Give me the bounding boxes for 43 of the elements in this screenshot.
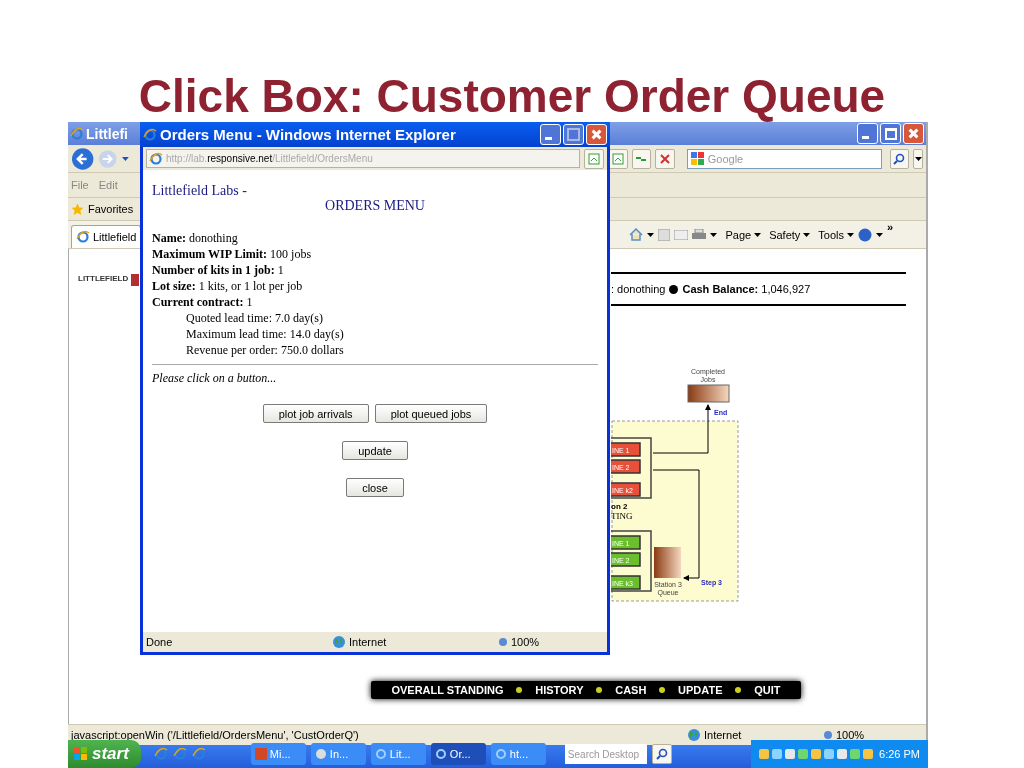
slide-title: Click Box: Customer Order Queue — [137, 69, 887, 122]
action-button[interactable]: plot queued jobs — [374, 404, 488, 423]
info-line: Lot size: 1 kits, or 1 lot per job — [152, 278, 304, 294]
clock: 6:26 PM — [879, 748, 920, 760]
action-button[interactable]: update — [342, 441, 408, 460]
prompt-text: Please click on a button... — [152, 370, 278, 386]
page-heading: ORDERS MENU — [324, 198, 426, 214]
nav-link[interactable]: QUIT — [754, 684, 781, 696]
taskbar-button[interactable]: Or... — [430, 743, 486, 765]
zone-label: Internet — [349, 636, 387, 648]
site-title: Littlefield Labs - — [152, 182, 248, 200]
nav-link[interactable]: UPDATE — [678, 684, 723, 696]
nav-link[interactable]: CASH — [615, 684, 647, 696]
command-menu[interactable]: Page — [725, 228, 762, 241]
overflow-button[interactable]: » — [887, 221, 894, 233]
info-line: Name: donothing — [152, 230, 239, 246]
browser-tab[interactable]: Littlefield — [71, 225, 142, 248]
command-menu[interactable]: Safety — [769, 228, 811, 241]
zone-label: Internet — [704, 729, 742, 741]
info-line: Current contract: 1 — [152, 294, 254, 310]
team-name: : donothing — [611, 283, 666, 295]
diagram-label: on 2 — [611, 502, 628, 511]
command-menu[interactable]: Tools — [818, 228, 854, 241]
zoom-level[interactable]: 100% — [511, 636, 540, 648]
address-field[interactable]: http://lab.responsive.net/Littlefield/OrdersMenu — [146, 149, 580, 168]
contract-line: Quoted lead time: 7.0 day(s) — [185, 310, 324, 326]
status-text: javascript:openWin ('/Littlefield/OrdersMenu', 'CustOrderQ') — [71, 729, 360, 741]
favorites-button[interactable]: Favorites — [88, 203, 134, 215]
cash-balance: Cash Balance: 1,046,927 — [682, 283, 811, 295]
action-button[interactable]: plot job arrivals — [262, 404, 369, 423]
logo: LITTLEFIELD — [78, 274, 129, 283]
action-button[interactable]: close — [346, 478, 404, 497]
info-line: Maximum WIP Limit: 100 jobs — [152, 246, 313, 262]
status-text: Done — [146, 636, 174, 648]
info-line: Number of kits in 1 job: 1 — [152, 262, 285, 278]
diagram-label: TING — [611, 511, 633, 521]
zoom-level[interactable]: 100% — [836, 729, 865, 741]
window-title: Orders Menu - Windows Internet Explorer — [160, 126, 456, 143]
contract-line: Revenue per order: 750.0 dollars — [185, 342, 345, 358]
nav-link[interactable]: HISTORY — [535, 684, 584, 696]
contract-line: Maximum lead time: 14.0 day(s) — [185, 326, 345, 342]
window-title: Littlefi — [86, 125, 128, 142]
nav-link[interactable]: OVERALL STANDING — [391, 684, 504, 696]
